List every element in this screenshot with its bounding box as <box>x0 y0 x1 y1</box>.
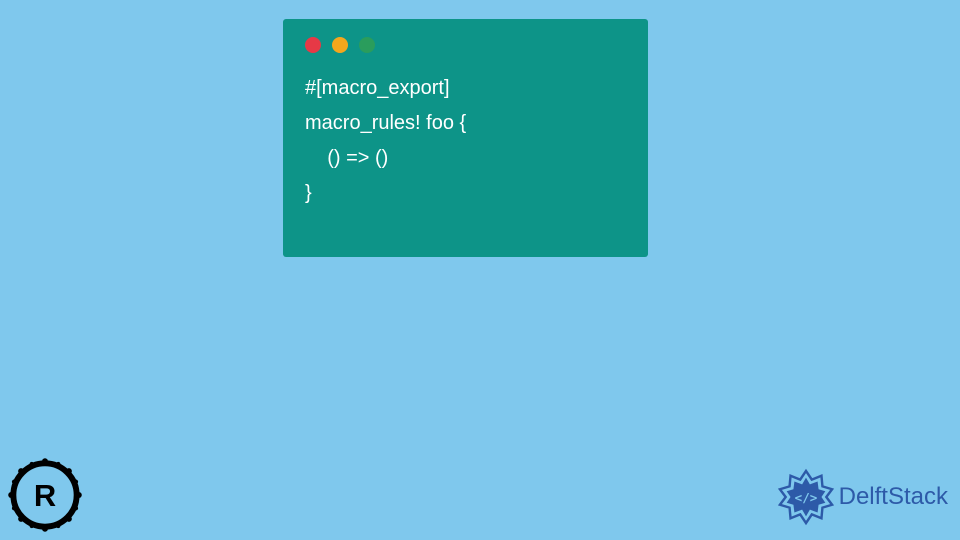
close-icon <box>305 37 321 53</box>
delftstack-logo-icon: </> <box>777 468 835 526</box>
delftstack-text: DelftStack <box>839 483 948 511</box>
svg-text:R: R <box>34 478 56 513</box>
code-line: macro_rules! foo { <box>305 112 466 134</box>
code-window: #[macro_export] macro_rules! foo { () =>… <box>283 19 648 257</box>
window-traffic-lights <box>305 37 626 53</box>
minimize-icon <box>332 37 348 53</box>
code-line: #[macro_export] <box>305 77 450 99</box>
code-line: () => () <box>305 147 388 169</box>
delftstack-branding: </> DelftStack <box>777 468 948 526</box>
code-line: } <box>305 182 312 204</box>
svg-text:</>: </> <box>794 490 817 505</box>
code-content: #[macro_export] macro_rules! foo { () =>… <box>305 71 626 211</box>
rust-logo-icon: R <box>6 456 84 534</box>
maximize-icon <box>359 37 375 53</box>
